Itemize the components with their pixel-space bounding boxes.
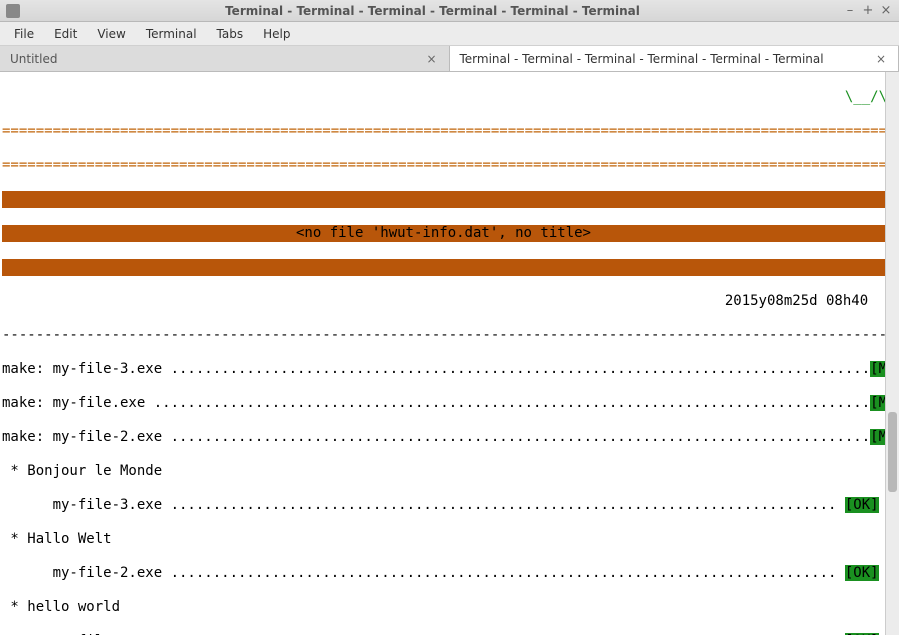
scrollbar-thumb[interactable] [888, 412, 897, 492]
status-made: [MADE] [870, 429, 885, 445]
menu-help[interactable]: Help [253, 24, 300, 44]
close-button[interactable]: × [879, 4, 893, 18]
status-made: [MADE] [870, 361, 885, 377]
tab-close-icon[interactable]: × [424, 52, 438, 66]
test-name: * Hallo Welt [2, 531, 885, 548]
test-name: * Bonjour le Monde [2, 463, 885, 480]
maximize-button[interactable]: + [861, 4, 875, 18]
menu-edit[interactable]: Edit [44, 24, 87, 44]
test-file-line: my-file-3.exe ..........................… [2, 497, 885, 514]
menu-bar: File Edit View Terminal Tabs Help [0, 22, 899, 46]
section-title: <no file 'hwut-info.dat', no title> [2, 225, 885, 242]
scrollbar[interactable] [885, 72, 899, 635]
tab-close-icon[interactable]: × [874, 52, 888, 66]
section-header-blank [2, 191, 885, 208]
status-made: [MADE] [870, 395, 885, 411]
status-ok: [OK] [845, 565, 879, 581]
menu-terminal[interactable]: Terminal [136, 24, 207, 44]
timestamp: 2015y08m25d 08h40 [2, 293, 885, 310]
make-line: make: my-file.exe ......................… [2, 395, 885, 412]
tab-bar: Untitled × Terminal - Terminal - Termina… [0, 46, 899, 72]
status-ok: [OK] [845, 497, 879, 513]
minimize-button[interactable]: – [843, 4, 857, 18]
test-name: * hello world [2, 599, 885, 616]
terminal-container: \__/\_\_\ ==============================… [0, 72, 899, 635]
tab-label: Untitled [10, 52, 424, 66]
make-line: make: my-file-3.exe ....................… [2, 361, 885, 378]
divider-line: ----------------------------------------… [2, 327, 885, 344]
tab-terminal[interactable]: Terminal - Terminal - Terminal - Termina… [450, 46, 899, 71]
divider-line: ========================================… [2, 123, 885, 140]
tab-label: Terminal - Terminal - Terminal - Termina… [460, 52, 874, 66]
terminal-output[interactable]: \__/\_\_\ ==============================… [0, 72, 885, 635]
divider-line: ========================================… [2, 157, 885, 174]
menu-tabs[interactable]: Tabs [207, 24, 254, 44]
test-file-line: my-file-2.exe ..........................… [2, 565, 885, 582]
menu-view[interactable]: View [87, 24, 135, 44]
window-title: Terminal - Terminal - Terminal - Termina… [26, 4, 839, 18]
ascii-art-line: \__/\_\_\ [2, 89, 885, 106]
make-line: make: my-file-2.exe ....................… [2, 429, 885, 446]
app-icon [6, 4, 20, 18]
section-header-blank [2, 259, 885, 276]
window-titlebar: Terminal - Terminal - Terminal - Termina… [0, 0, 899, 22]
tab-untitled[interactable]: Untitled × [0, 46, 450, 71]
menu-file[interactable]: File [4, 24, 44, 44]
